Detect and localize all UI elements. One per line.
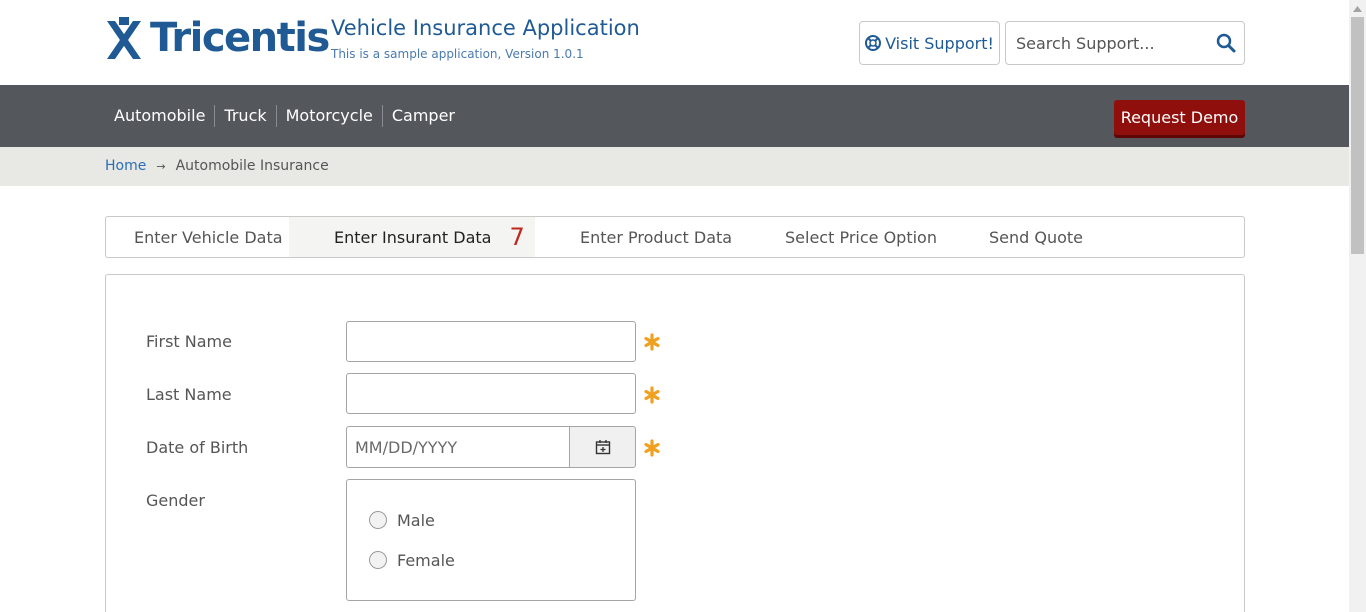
tab-select-price-option[interactable]: Select Price Option bbox=[785, 217, 937, 257]
nav-truck[interactable]: Truck bbox=[215, 105, 277, 127]
lifebuoy-icon bbox=[865, 35, 882, 51]
main-navbar: Automobile Truck Motorcycle Camper Reque… bbox=[0, 85, 1349, 147]
gender-radio-group: Male Female bbox=[346, 479, 636, 601]
app-title: Vehicle Insurance Application bbox=[331, 16, 640, 40]
gender-male-label[interactable]: Male bbox=[397, 511, 435, 530]
scroll-up-arrow-icon[interactable] bbox=[1349, 0, 1366, 17]
first-name-field[interactable] bbox=[346, 321, 636, 362]
tab-enter-insurant-data[interactable]: Enter Insurant Data 7 bbox=[289, 217, 535, 257]
visit-support-button[interactable]: Visit Support! bbox=[859, 21, 1000, 65]
date-of-birth-field[interactable] bbox=[346, 426, 570, 468]
tab-send-quote[interactable]: Send Quote bbox=[989, 217, 1083, 257]
first-name-label: First Name bbox=[146, 332, 232, 351]
request-demo-button[interactable]: Request Demo bbox=[1114, 100, 1245, 135]
tab-label: Send Quote bbox=[989, 227, 1084, 247]
open-calendar-button[interactable] bbox=[569, 426, 636, 468]
search-input[interactable] bbox=[1006, 22, 1206, 64]
tab-enter-vehicle-data[interactable]: Enter Vehicle Data bbox=[134, 217, 283, 257]
breadcrumb-current: Automobile Insurance bbox=[175, 158, 329, 174]
search-support bbox=[1005, 21, 1245, 65]
nav-automobile[interactable]: Automobile bbox=[105, 105, 216, 127]
search-icon[interactable] bbox=[1216, 33, 1236, 53]
required-asterisk-icon bbox=[644, 333, 660, 351]
last-name-label: Last Name bbox=[146, 385, 232, 404]
nav-motorcycle[interactable]: Motorcycle bbox=[277, 105, 383, 127]
tab-label: Enter Insurant Data bbox=[334, 227, 492, 247]
scrollbar-thumb[interactable] bbox=[1351, 17, 1364, 254]
tab-error-count: 7 bbox=[509, 223, 525, 251]
breadcrumb-bar: Home → Automobile Insurance bbox=[0, 147, 1349, 186]
breadcrumb-arrow-icon: → bbox=[156, 159, 166, 173]
required-asterisk-icon bbox=[644, 439, 660, 457]
gender-label: Gender bbox=[146, 491, 205, 510]
app-subtitle: This is a sample application, Version 1.… bbox=[331, 47, 584, 61]
breadcrumb: Home → Automobile Insurance bbox=[105, 158, 329, 174]
page-scrollbar[interactable] bbox=[1349, 0, 1366, 612]
vehicle-nav: Automobile Truck Motorcycle Camper bbox=[105, 105, 464, 127]
breadcrumb-home[interactable]: Home bbox=[105, 158, 146, 174]
tricentis-logo[interactable]: Tricentis bbox=[105, 15, 330, 65]
tricentis-logo-icon bbox=[107, 17, 141, 59]
last-name-field[interactable] bbox=[346, 373, 636, 414]
required-asterisk-icon bbox=[644, 386, 660, 404]
gender-female-label[interactable]: Female bbox=[397, 551, 455, 570]
tab-label: Enter Product Data bbox=[580, 227, 733, 247]
tab-enter-product-data[interactable]: Enter Product Data bbox=[580, 217, 732, 257]
nav-camper[interactable]: Camper bbox=[383, 105, 464, 127]
wizard-tabs: Enter Vehicle Data Enter Insurant Data 7… bbox=[105, 216, 1245, 258]
gender-female-radio[interactable] bbox=[369, 551, 387, 569]
calendar-icon bbox=[595, 440, 610, 455]
date-of-birth-label: Date of Birth bbox=[146, 438, 249, 457]
visit-support-label: Visit Support! bbox=[885, 33, 994, 53]
logo-text: Tricentis bbox=[150, 15, 330, 61]
site-header: Tricentis Vehicle Insurance Application … bbox=[0, 0, 1349, 85]
insurant-form-panel bbox=[105, 274, 1245, 612]
tab-label: Enter Vehicle Data bbox=[134, 227, 283, 247]
tab-label: Select Price Option bbox=[785, 227, 937, 247]
gender-male-radio[interactable] bbox=[369, 511, 387, 529]
